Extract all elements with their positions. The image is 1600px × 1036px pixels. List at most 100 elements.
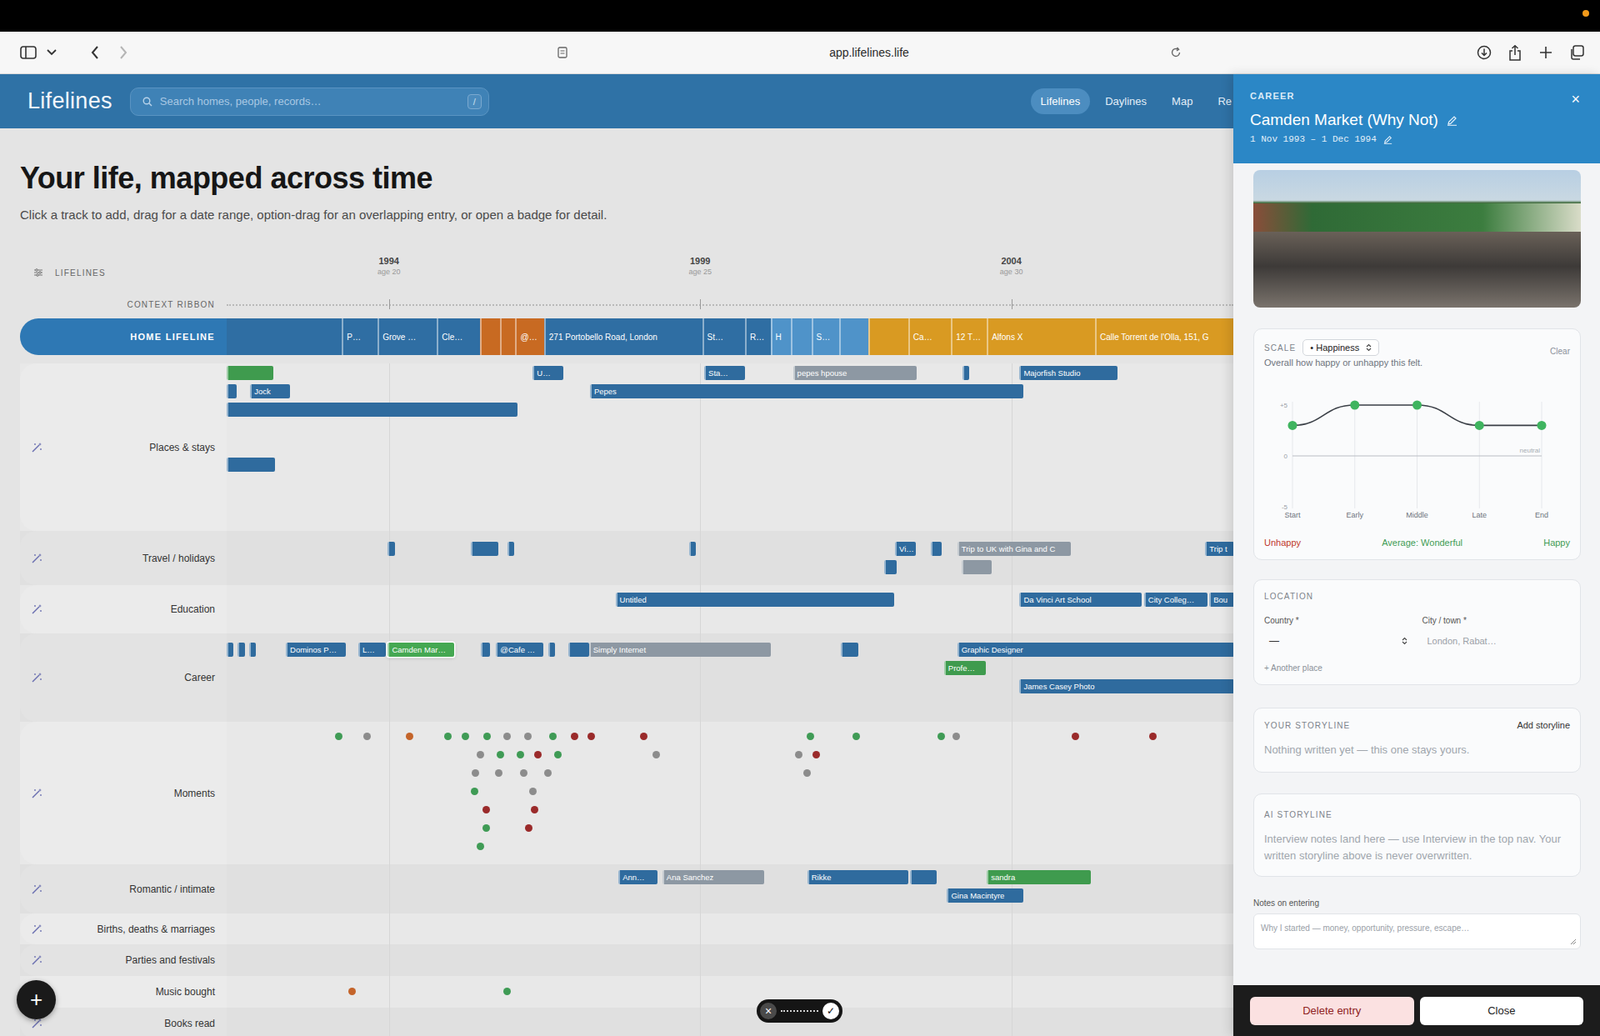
moment-dot[interactable] xyxy=(461,732,470,740)
close-panel-button[interactable]: Close xyxy=(1420,996,1585,1025)
home-segment[interactable]: R… xyxy=(745,318,771,355)
moment-dot[interactable] xyxy=(549,732,557,740)
track-canvas[interactable] xyxy=(226,975,1234,1008)
edit-title-icon[interactable] xyxy=(1446,115,1458,126)
reload-icon[interactable] xyxy=(1170,46,1182,59)
track-canvas[interactable]: UntitledDa Vinci Art SchoolCity Colleg…B… xyxy=(226,585,1234,634)
timeline-entry[interactable]: Pepes xyxy=(590,384,1024,399)
timeline-entry[interactable]: Ana Sanchez xyxy=(662,870,765,885)
chart-point[interactable] xyxy=(1475,420,1485,430)
moment-dot[interactable] xyxy=(652,750,660,759)
timeline-entry[interactable] xyxy=(884,560,898,575)
chart-point[interactable] xyxy=(1537,420,1547,430)
timeline-entry[interactable]: Da Vinci Art School xyxy=(1019,592,1142,607)
timeline-entry[interactable]: Vi… xyxy=(895,541,915,556)
chart-point[interactable] xyxy=(1288,420,1298,430)
home-segment[interactable] xyxy=(480,318,500,355)
home-segment[interactable]: P… xyxy=(341,318,378,355)
moment-dot[interactable] xyxy=(471,769,480,777)
address-bar[interactable]: app.lifelines.life xyxy=(548,39,1190,66)
timeline-entry[interactable] xyxy=(249,642,256,657)
home-segment[interactable]: S… xyxy=(811,318,840,355)
timeline-entry[interactable]: Untitled xyxy=(615,592,895,607)
timeline-entry[interactable]: Ann… xyxy=(618,870,658,885)
timeline-entry[interactable]: Profe… xyxy=(944,660,986,675)
moment-dot[interactable] xyxy=(570,732,579,740)
home-segment[interactable]: 271 Portobello Road, London xyxy=(544,318,703,355)
timeline-entry[interactable] xyxy=(470,541,499,556)
timeline-entry[interactable]: Camden Mar… xyxy=(387,642,455,657)
sidebar-menu-button[interactable] xyxy=(45,40,59,65)
timeline-entry[interactable]: James Casey Photo xyxy=(1019,679,1234,694)
track-canvas[interactable]: U…Sta…pepes hpouseMajorfish StudioJockPe… xyxy=(226,363,1234,531)
track-canvas[interactable]: Vi…Trip to UK with Gina and CTrip t xyxy=(226,530,1234,585)
moment-dot[interactable] xyxy=(444,732,452,740)
track-canvas[interactable] xyxy=(226,1007,1234,1036)
home-segment[interactable]: @… xyxy=(515,318,544,355)
timeline-entry[interactable]: Graphic Designer xyxy=(957,642,1234,657)
magic-wand-icon[interactable] xyxy=(30,671,43,684)
edit-dates-icon[interactable] xyxy=(1383,135,1393,145)
moment-dot[interactable] xyxy=(363,732,371,740)
moment-dot[interactable] xyxy=(470,787,479,795)
add-button[interactable]: + xyxy=(16,980,56,1020)
home-segment[interactable]: H xyxy=(770,318,791,355)
timeline-entry[interactable]: U… xyxy=(532,365,564,380)
back-button[interactable] xyxy=(83,40,107,65)
moment-dot[interactable] xyxy=(476,842,485,850)
logo[interactable]: Lifelines xyxy=(27,88,113,115)
entry-photo[interactable] xyxy=(1253,170,1581,308)
home-segment[interactable]: Calle Torrent de l'Olla, 151, G xyxy=(1095,318,1234,355)
moment-dot[interactable] xyxy=(530,805,539,814)
moment-dot[interactable] xyxy=(348,987,356,995)
moment-dot[interactable] xyxy=(534,750,542,759)
moment-dot[interactable] xyxy=(482,805,490,814)
new-tab-button[interactable] xyxy=(1534,40,1558,65)
timeline-entry[interactable]: Jock xyxy=(250,384,290,399)
moment-dot[interactable] xyxy=(803,769,811,777)
entry-title[interactable]: Camden Market (Why Not) xyxy=(1250,110,1439,130)
resize-grip-icon[interactable] xyxy=(1570,938,1577,945)
nav-tab[interactable]: Map xyxy=(1161,88,1203,115)
cancel-button[interactable]: × xyxy=(760,1002,777,1020)
home-segment[interactable] xyxy=(868,318,909,355)
moment-dot[interactable] xyxy=(476,750,485,759)
magic-wand-icon[interactable] xyxy=(30,441,43,454)
confirm-button[interactable]: ✓ xyxy=(822,1002,840,1020)
timeline-entry[interactable] xyxy=(226,384,237,399)
timeline-entry[interactable] xyxy=(226,402,518,417)
track-canvas[interactable] xyxy=(226,944,1234,976)
moment-dot[interactable] xyxy=(495,769,503,777)
clear-button[interactable]: Clear xyxy=(1550,346,1570,356)
home-segment[interactable]: Ca… xyxy=(908,318,951,355)
track-canvas[interactable]: Ann…Ana SanchezRikkesandraGina Macintyre xyxy=(226,864,1234,914)
timeline-entry[interactable] xyxy=(840,642,859,657)
moment-dot[interactable] xyxy=(640,732,648,740)
timeline-entry[interactable]: Dominos P… xyxy=(285,642,346,657)
moment-dot[interactable] xyxy=(812,750,820,759)
timeline-entry[interactable]: sandra xyxy=(986,870,1091,885)
home-segment[interactable] xyxy=(839,318,870,355)
track-canvas[interactable] xyxy=(226,721,1234,865)
entry-dates[interactable]: 1 Nov 1993 – 1 Dec 1994 xyxy=(1250,134,1377,145)
timeline-entry[interactable] xyxy=(480,642,490,657)
forward-button[interactable] xyxy=(111,40,135,65)
moment-dot[interactable] xyxy=(852,732,860,740)
home-segment[interactable]: 12 T… xyxy=(950,318,987,355)
timeline-entry[interactable] xyxy=(226,365,274,380)
moment-dot[interactable] xyxy=(525,824,533,832)
moment-dot[interactable] xyxy=(529,787,537,795)
moment-dot[interactable] xyxy=(952,732,960,740)
track-canvas[interactable]: Dominos P…L…Camden Mar…@Cafe …Simply Int… xyxy=(226,633,1234,722)
home-segment[interactable]: Grove … xyxy=(377,318,437,355)
country-select[interactable]: — xyxy=(1264,630,1413,652)
timeline-entry[interactable]: Sta… xyxy=(704,365,745,380)
timeline-entry[interactable] xyxy=(910,870,937,885)
downloads-button[interactable] xyxy=(1472,40,1496,65)
moment-dot[interactable] xyxy=(335,732,343,740)
context-ribbon[interactable] xyxy=(226,293,1234,315)
nav-tab[interactable]: Daylines xyxy=(1095,88,1157,115)
timeline-entry[interactable] xyxy=(387,541,395,556)
moment-dot[interactable] xyxy=(1071,732,1080,740)
moment-dot[interactable] xyxy=(554,750,562,759)
